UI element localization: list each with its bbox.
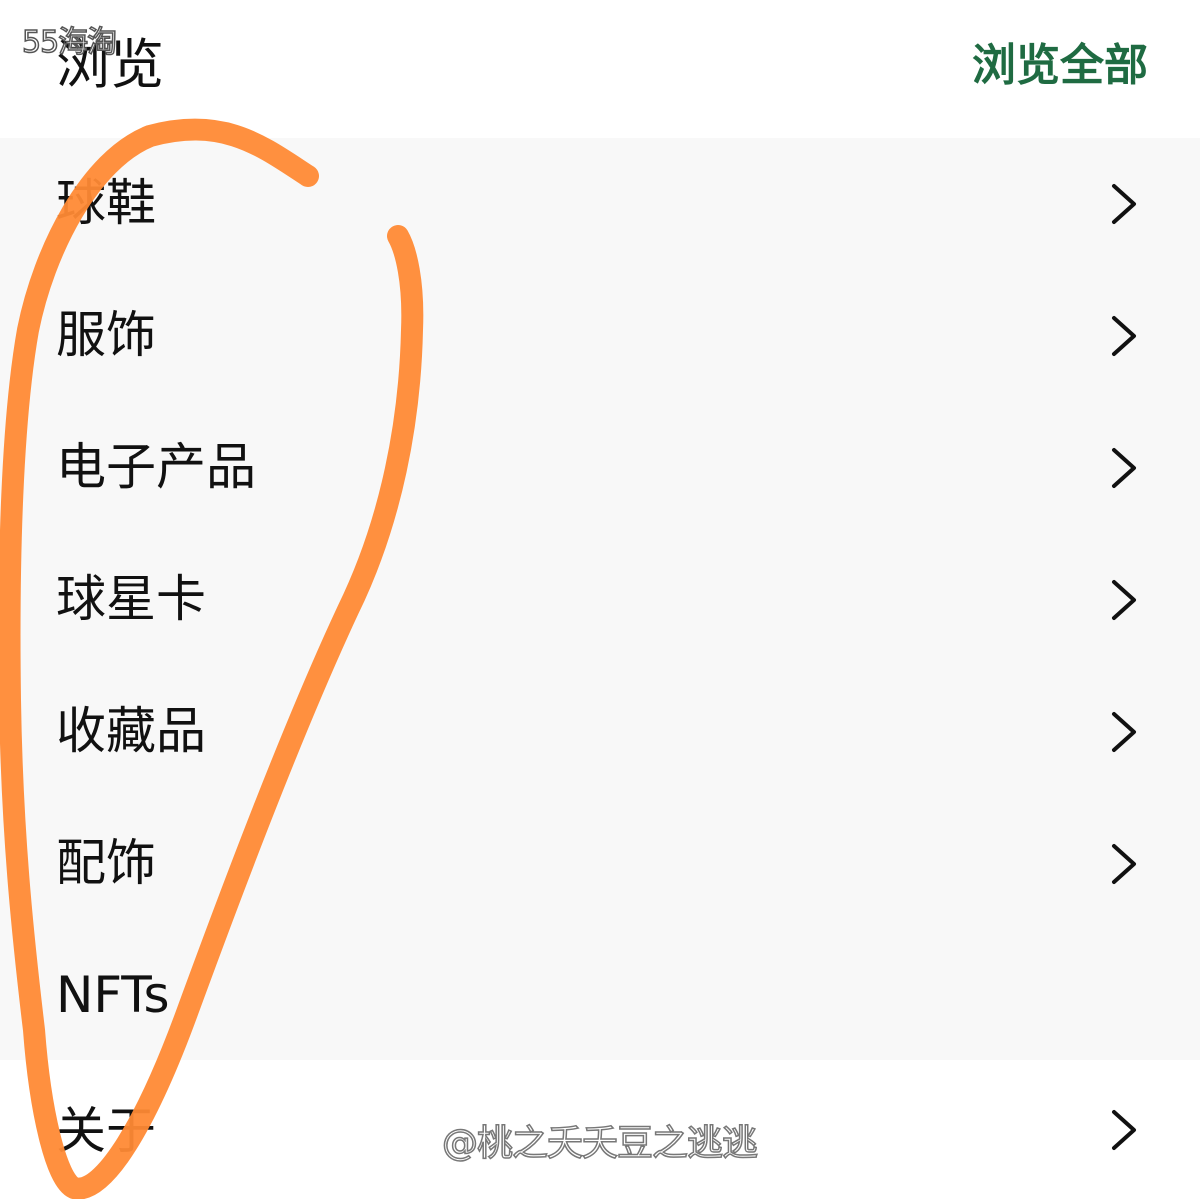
chevron-right-icon xyxy=(1104,314,1144,358)
chevron-right-icon xyxy=(1104,182,1144,226)
category-label: NFTs xyxy=(56,966,170,1024)
category-label: 服饰 xyxy=(56,306,156,364)
category-item-nfts[interactable]: NFTs xyxy=(0,930,1200,1062)
chevron-right-icon xyxy=(1104,710,1144,754)
category-label: 球鞋 xyxy=(56,174,156,232)
header: 浏览 浏览全部 xyxy=(0,0,1200,138)
source-watermark: 55海淘 xyxy=(21,24,118,61)
category-item-sneakers[interactable]: 球鞋 xyxy=(0,138,1200,270)
category-label: 收藏品 xyxy=(56,702,206,760)
chevron-right-icon xyxy=(1104,1108,1144,1152)
about-label: 关于 xyxy=(56,1102,156,1160)
category-label: 电子产品 xyxy=(56,438,256,496)
category-item-electronics[interactable]: 电子产品 xyxy=(0,402,1200,534)
watermark: @桃之夭夭豆之逃逃 xyxy=(441,1122,759,1165)
category-item-apparel[interactable]: 服饰 xyxy=(0,270,1200,402)
browse-all-link[interactable]: 浏览全部 xyxy=(972,36,1148,96)
chevron-right-icon xyxy=(1104,446,1144,490)
category-label: 配饰 xyxy=(56,834,156,892)
category-label: 球星卡 xyxy=(56,570,206,628)
category-item-collectibles[interactable]: 收藏品 xyxy=(0,666,1200,798)
category-item-trading-cards[interactable]: 球星卡 xyxy=(0,534,1200,666)
category-list: 球鞋 服饰 电子产品 球星卡 收藏品 配饰 NFTs xyxy=(0,138,1200,1060)
chevron-right-icon xyxy=(1104,842,1144,886)
chevron-right-icon xyxy=(1104,578,1144,622)
category-item-accessories[interactable]: 配饰 xyxy=(0,798,1200,930)
